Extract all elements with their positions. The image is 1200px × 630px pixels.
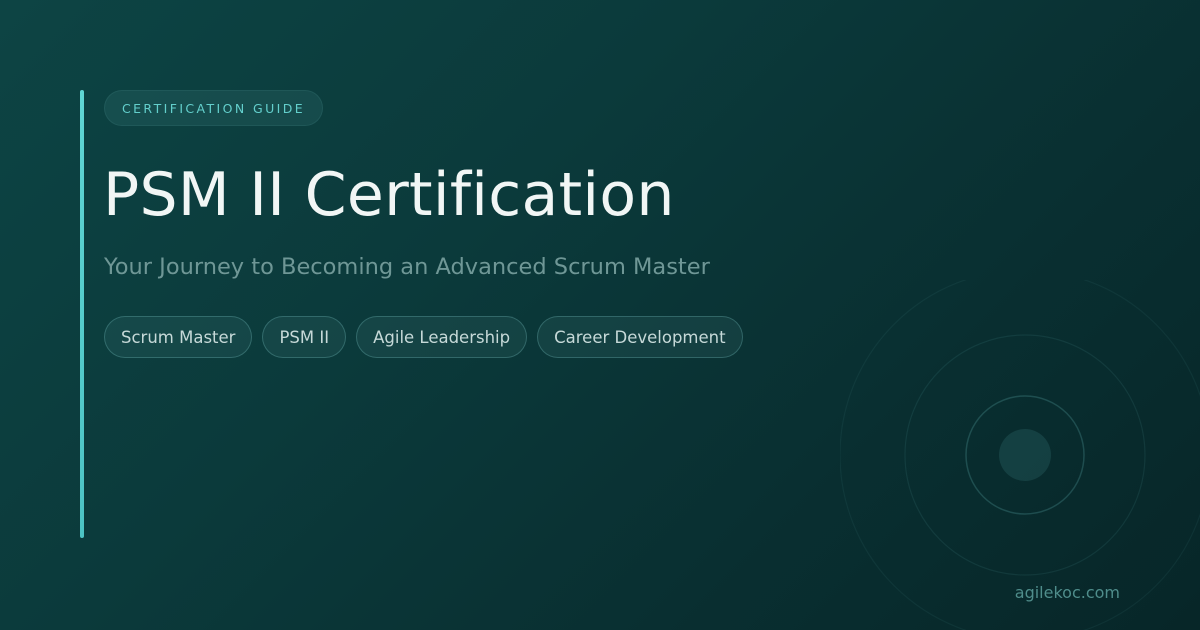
site-url: agilekoc.com <box>1014 583 1120 602</box>
page-title: PSM II Certification <box>103 160 675 230</box>
tag-career-development: Career Development <box>537 316 743 358</box>
category-badge: CERTIFICATION GUIDE <box>104 90 324 126</box>
concentric-circles-decoration <box>840 280 1200 630</box>
social-card: CERTIFICATION GUIDE PSM II Certification… <box>0 0 1200 630</box>
tag-scrum-master: Scrum Master <box>104 316 253 358</box>
accent-bar <box>80 90 84 538</box>
tag-psm-ii: PSM II <box>262 316 347 358</box>
page-subtitle: Your Journey to Becoming an Advanced Scr… <box>104 254 710 280</box>
center-dot <box>999 429 1051 481</box>
tag-list: Scrum Master PSM II Agile Leadership Car… <box>104 316 743 358</box>
tag-agile-leadership: Agile Leadership <box>356 316 528 358</box>
